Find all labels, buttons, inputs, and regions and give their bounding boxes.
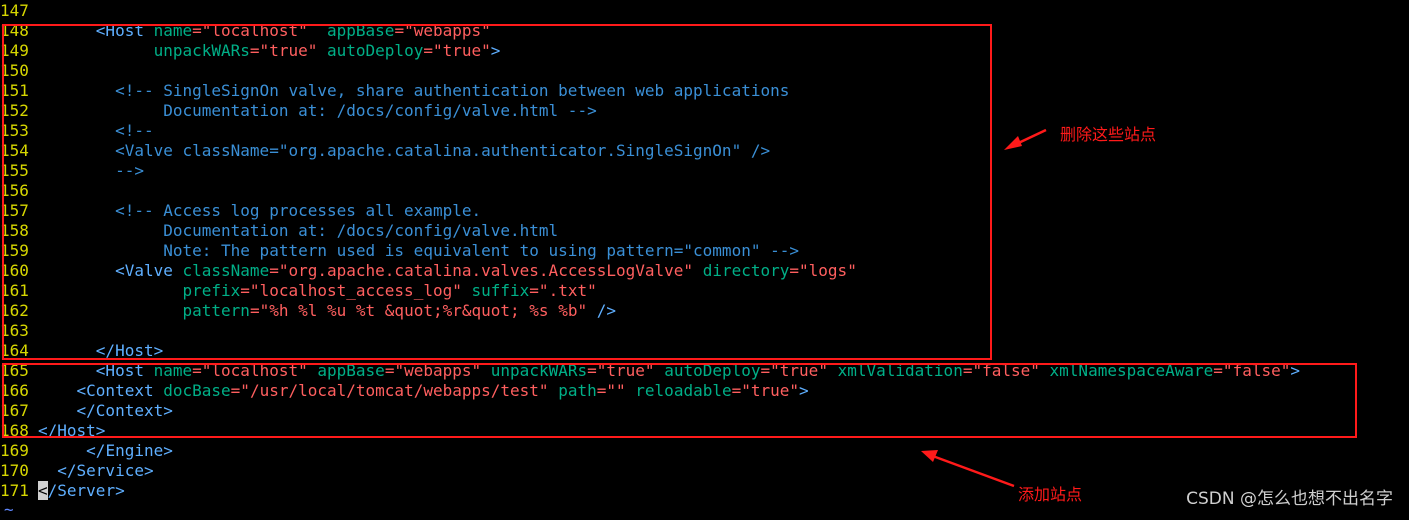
add-arrow-icon <box>921 450 1015 488</box>
remove-arrow-icon <box>1004 128 1047 150</box>
remove-sites-note: 删除这些站点 <box>1060 125 1157 144</box>
add-site-note: 添加站点 <box>1018 485 1083 504</box>
annotation-arrows <box>921 128 1047 488</box>
csdn-watermark: CSDN @怎么也想不出名字 <box>1186 489 1393 509</box>
